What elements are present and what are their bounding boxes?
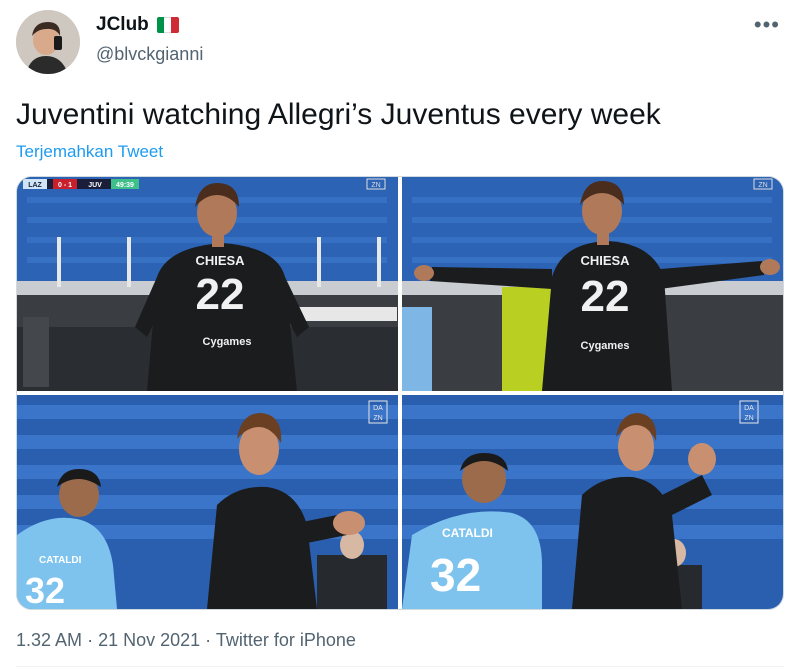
divider (16, 666, 784, 667)
avatar-image (16, 10, 80, 74)
dazn-watermark-top: DA (373, 405, 383, 412)
italy-flag-icon (156, 17, 179, 33)
jersey-number: 32 (25, 570, 65, 609)
media-photo-4[interactable]: CATALDI 32 DA ZN (402, 395, 783, 609)
jersey-number: 32 (430, 549, 481, 601)
separator: · (87, 630, 94, 650)
dazn-watermark-bottom: ZN (744, 415, 753, 422)
media-photo-2[interactable]: CHIESA 22 Cygames ZN (402, 177, 783, 391)
dazn-watermark-top: DA (744, 405, 754, 412)
author-name-row[interactable]: JClub (96, 14, 179, 36)
jersey-name: CHIESA (580, 253, 630, 268)
dazn-watermark: ZN (371, 182, 380, 189)
tweet-media-grid[interactable]: CHIESA 22 Cygames LAZ 0 - 1 JUV 49:39 ZN (16, 176, 784, 610)
score-home: LAZ (28, 182, 42, 189)
score-away: JUV (88, 182, 102, 189)
score-value: 0 - 1 (58, 182, 72, 189)
media-photo-1[interactable]: CHIESA 22 Cygames LAZ 0 - 1 JUV 49:39 ZN (17, 177, 398, 391)
avatar[interactable] (16, 10, 80, 74)
jersey-name: CHIESA (195, 253, 245, 268)
jersey-name: CATALDI (442, 526, 493, 540)
sponsor-text: Cygames (203, 336, 252, 348)
tweet-time[interactable]: 1.32 AM (16, 630, 82, 650)
match-clock: 49:39 (116, 182, 134, 189)
dazn-watermark: ZN (758, 182, 767, 189)
tweet-timestamp: 1.32 AM · 21 Nov 2021 · Twitter for iPho… (16, 630, 356, 651)
media-photo-3[interactable]: CATALDI 32 DA ZN (17, 395, 398, 609)
more-options-icon[interactable]: ••• (754, 12, 780, 38)
jersey-number: 22 (581, 272, 630, 321)
sponsor-text: Cygames (581, 340, 630, 352)
tweet-text: Juventini watching Allegri’s Juventus ev… (16, 98, 661, 131)
display-name[interactable]: JClub (96, 14, 149, 36)
separator: · (205, 630, 212, 650)
dazn-watermark-bottom: ZN (373, 415, 382, 422)
jersey-number: 22 (196, 270, 245, 319)
user-handle[interactable]: @blvckgianni (96, 44, 203, 65)
tweet-source[interactable]: Twitter for iPhone (216, 630, 356, 650)
tweet-date[interactable]: 21 Nov 2021 (98, 630, 200, 650)
translate-tweet-link[interactable]: Terjemahkan Tweet (16, 142, 163, 162)
jersey-name: CATALDI (39, 555, 82, 566)
